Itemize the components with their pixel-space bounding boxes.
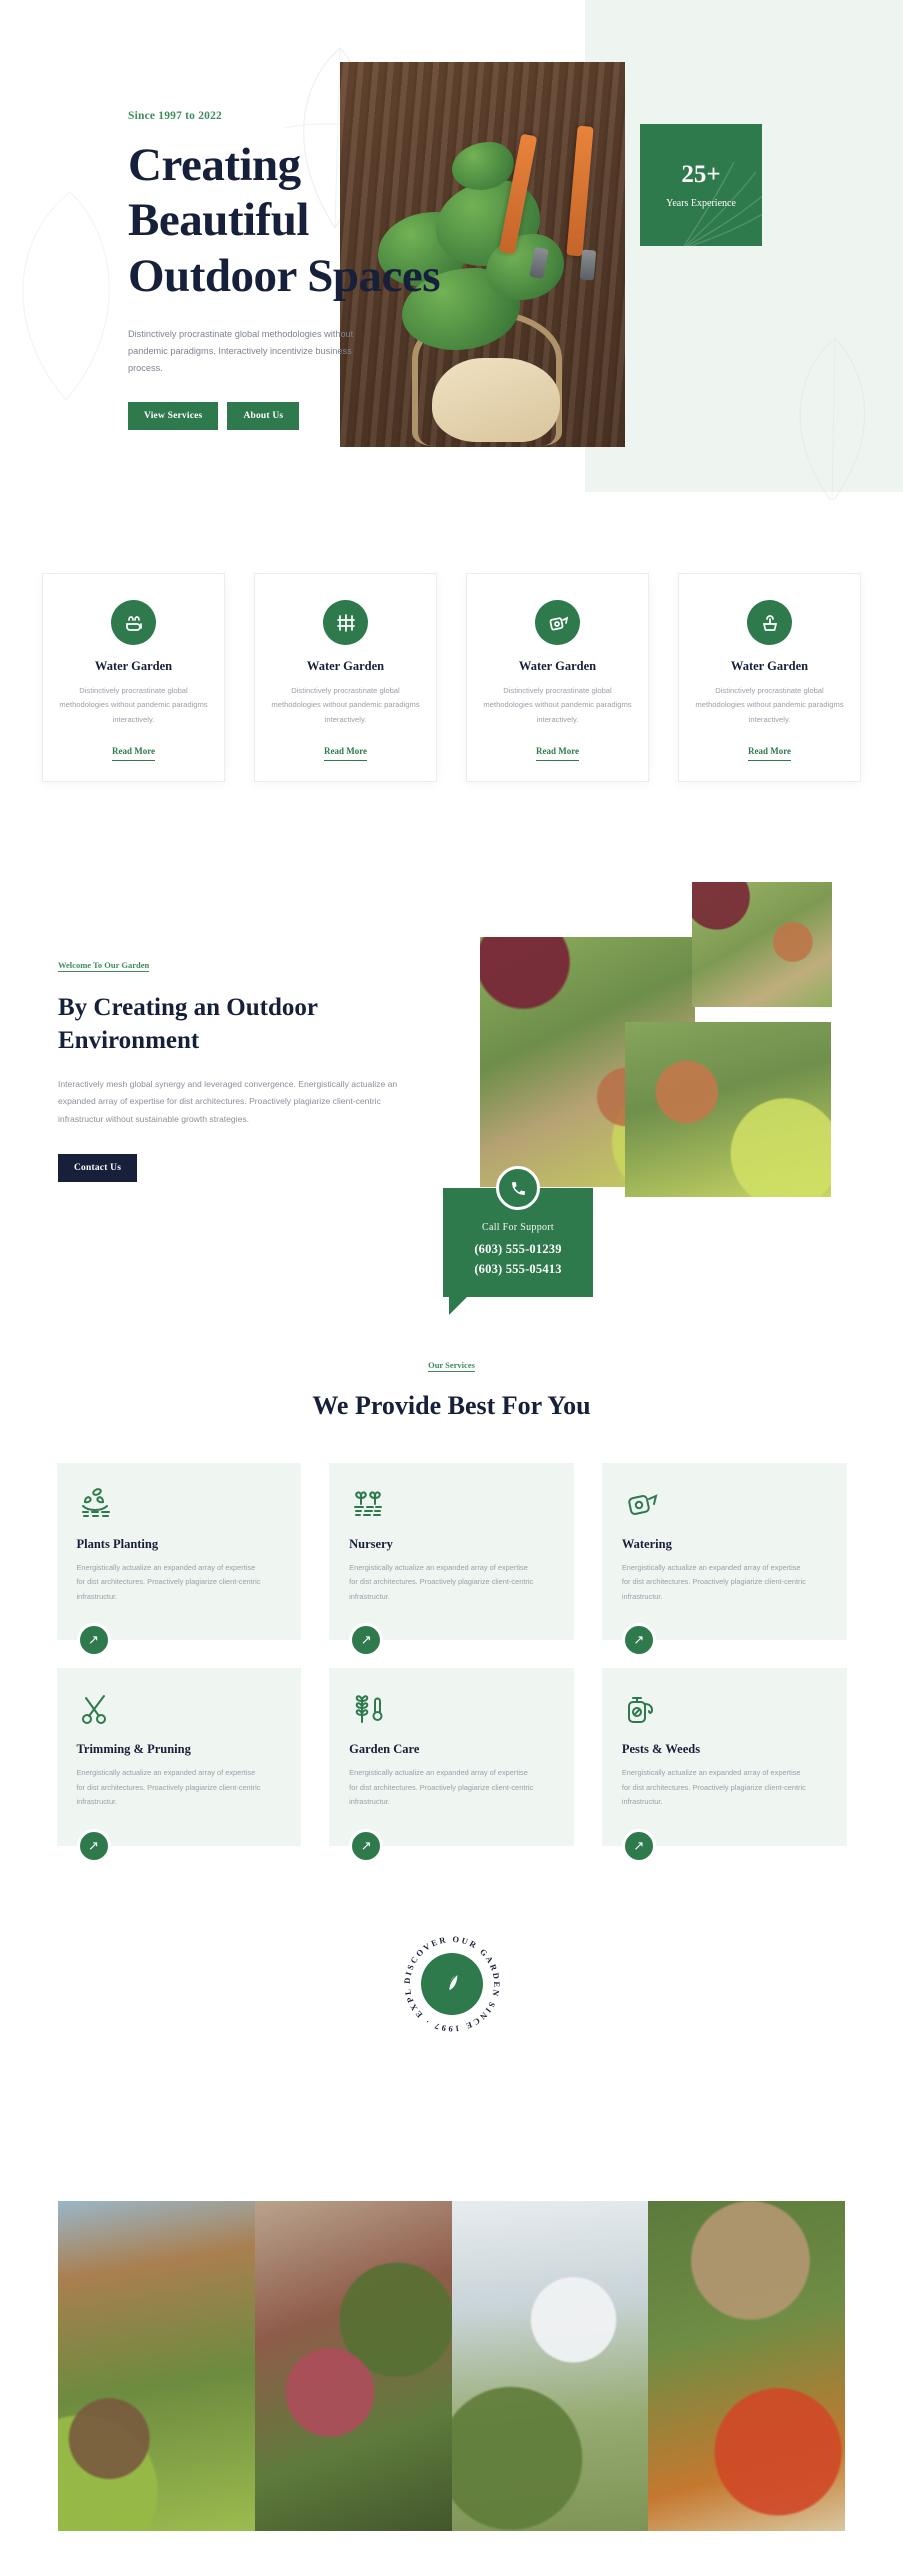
support-phone-1[interactable]: (603) 555-01239: [453, 1239, 583, 1259]
service-card[interactable]: Nursery Energistically actualize an expa…: [329, 1463, 574, 1658]
service-arrow-icon[interactable]: ↗: [76, 1623, 111, 1658]
gallery-image-4[interactable]: [648, 2201, 845, 2531]
hero-button-row: View Services About Us: [128, 402, 548, 431]
feature-card[interactable]: Water Garden Distinctively procrastinate…: [678, 573, 861, 783]
about-eyebrow-link[interactable]: Welcome To Our Garden: [58, 960, 150, 972]
watering-can-icon: [622, 1485, 827, 1525]
service-description: Energistically actualize an expanded arr…: [76, 1563, 261, 1601]
feature-description: Distinctively procrastinate global metho…: [695, 686, 844, 724]
service-title: Pests & Weeds: [621, 1742, 701, 1757]
hero-title-line-1: Creating: [128, 139, 301, 191]
services-header: Our Services We Provide Best For You: [0, 1355, 903, 1421]
gallery-section: [58, 2201, 845, 2531]
nursery-icon: [349, 1485, 554, 1525]
hero-eyebrow: Since 1997 to 2022: [128, 110, 222, 122]
hero-background-panel: [585, 0, 903, 492]
service-arrow-icon[interactable]: ↗: [621, 1623, 656, 1658]
service-description: Energistically actualize an expanded arr…: [621, 1768, 806, 1807]
about-description: Interactively mesh global synergy and le…: [58, 1078, 398, 1124]
services-grid: Plants Planting Energistically actualize…: [56, 1463, 847, 1863]
hero-title-line-3: Outdoor Spaces: [128, 249, 441, 302]
shear-metal-shape: [579, 249, 597, 281]
service-title: Plants Planting: [76, 1537, 159, 1551]
feature-description: Distinctively procrastinate global metho…: [271, 686, 420, 724]
feature-title: Water Garden: [730, 659, 809, 673]
about-image-top: [692, 882, 832, 1007]
contact-us-button[interactable]: Contact Us: [58, 1154, 138, 1183]
about-us-button[interactable]: About Us: [227, 402, 300, 431]
service-card[interactable]: Trimming & Pruning Energistically actual…: [56, 1668, 302, 1863]
phone-icon: [496, 1166, 540, 1210]
hero-description: Distinctively procrastinate global metho…: [128, 329, 354, 374]
service-title: Trimming & Pruning: [76, 1742, 191, 1757]
about-image-top-content: [692, 882, 832, 1007]
water-garden-fence-icon: [320, 597, 371, 648]
services-title: We Provide Best For You: [312, 1391, 591, 1420]
read-more-link[interactable]: Read More: [111, 746, 156, 762]
service-arrow-icon[interactable]: ↗: [349, 1623, 384, 1658]
water-garden-pot-icon: [744, 597, 795, 648]
plants-planting-icon: [77, 1485, 282, 1525]
services-section: Our Services We Provide Best For You Pla…: [0, 1355, 903, 1863]
sprayer-icon: [622, 1690, 827, 1730]
hero-content: Since 1997 to 2022 Creating Beautiful Ou…: [128, 110, 548, 431]
read-more-link[interactable]: Read More: [747, 746, 792, 762]
feature-title: Water Garden: [518, 659, 597, 673]
about-image-bottom: [625, 1022, 831, 1197]
feature-title: Water Garden: [94, 659, 173, 673]
service-arrow-icon[interactable]: ↗: [76, 1828, 111, 1863]
service-description: Energistically actualize an expanded arr…: [76, 1768, 261, 1807]
feature-card[interactable]: Water Garden Distinctively procrastinate…: [466, 573, 649, 783]
service-description: Energistically actualize an expanded arr…: [621, 1563, 806, 1601]
service-arrow-icon[interactable]: ↗: [621, 1828, 656, 1863]
service-description: Energistically actualize an expanded arr…: [349, 1563, 534, 1601]
service-description: Energistically actualize an expanded arr…: [349, 1768, 534, 1807]
page-title: Creating Beautiful Outdoor Spaces: [128, 138, 548, 304]
service-title: Nursery: [349, 1537, 393, 1551]
hero-title-line-2: Beautiful: [128, 194, 309, 247]
experience-label: Years Experience: [666, 198, 736, 209]
service-title: Watering: [621, 1537, 672, 1551]
support-label: Call For Support: [481, 1222, 555, 1233]
services-eyebrow-link[interactable]: Our Services: [428, 1360, 475, 1372]
service-title: Garden Care: [349, 1742, 420, 1757]
about-content: Welcome To Our Garden By Creating an Out…: [58, 955, 458, 1183]
feature-card[interactable]: Water Garden Distinctively procrastinate…: [254, 573, 437, 783]
gallery-image-3[interactable]: [451, 2201, 649, 2531]
view-services-button[interactable]: View Services: [128, 402, 219, 431]
leaf-icon: [420, 1953, 483, 2015]
water-garden-sprout-icon: [108, 597, 159, 648]
feature-card[interactable]: Water Garden Distinctively procrastinate…: [42, 573, 225, 783]
about-section: Welcome To Our Garden By Creating an Out…: [0, 860, 903, 1315]
feature-description: Distinctively procrastinate global metho…: [59, 686, 208, 724]
read-more-link[interactable]: Read More: [323, 746, 368, 762]
gallery-image-2[interactable]: [254, 2201, 452, 2531]
about-image-bottom-content: [625, 1022, 831, 1197]
service-card[interactable]: Plants Planting Energistically actualize…: [56, 1463, 302, 1658]
water-garden-can-icon: [532, 597, 583, 648]
service-arrow-icon[interactable]: ↗: [349, 1828, 384, 1863]
support-phone-2[interactable]: (603) 555-05413: [453, 1259, 583, 1279]
service-card[interactable]: Garden Care Energistically actualize an …: [329, 1668, 574, 1863]
experience-number: 25+: [681, 161, 721, 188]
feature-title: Water Garden: [306, 659, 385, 673]
garden-seal-section: DISCOVER OUR GARDEN SINCE 1997 · EXPLORE…: [0, 1921, 903, 2040]
garden-seal: DISCOVER OUR GARDEN SINCE 1997 · EXPLORE…: [391, 1921, 508, 2040]
scissors-icon: [77, 1690, 282, 1730]
read-more-link[interactable]: Read More: [535, 746, 580, 762]
about-title: By Creating an Outdoor Environment: [58, 994, 318, 1055]
years-experience-badge: 25+ Years Experience: [640, 124, 762, 246]
gallery-image-1[interactable]: [58, 2201, 255, 2531]
feature-cards-section: Water Garden Distinctively procrastinate…: [0, 573, 903, 783]
service-card[interactable]: Watering Energistically actualize an exp…: [601, 1463, 847, 1658]
feature-description: Distinctively procrastinate global metho…: [483, 686, 632, 724]
call-for-support-card: Call For Support (603) 555-01239 (603) 5…: [443, 1166, 593, 1315]
hero-section: Since 1997 to 2022 Creating Beautiful Ou…: [0, 0, 903, 500]
service-card[interactable]: Pests & Weeds Energistically actualize a…: [601, 1668, 847, 1863]
wheat-thermometer-icon: [349, 1690, 554, 1730]
